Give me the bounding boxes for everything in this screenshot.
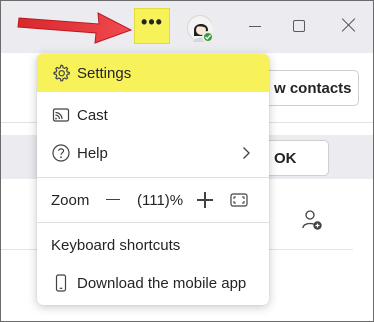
zoom-out-button[interactable]	[106, 199, 120, 200]
gear-icon	[53, 64, 70, 82]
menu-item-settings[interactable]: Settings	[37, 54, 269, 92]
keyboard-shortcuts-label: Keyboard shortcuts	[51, 237, 181, 254]
minimize-button[interactable]	[246, 15, 264, 35]
menu-divider	[37, 222, 269, 223]
close-button[interactable]	[341, 17, 357, 33]
zoom-row: Zoom (111)%	[37, 182, 269, 218]
cast-label: Cast	[77, 107, 108, 124]
fit-to-screen-icon[interactable]	[229, 190, 249, 210]
help-icon	[52, 144, 70, 162]
contacts-button-label: w contacts	[274, 79, 352, 97]
app-window: ••• w contacts OK Settings Cast Help Zoo…	[0, 0, 374, 322]
help-label: Help	[77, 145, 108, 162]
zoom-in-button[interactable]	[197, 192, 213, 208]
more-options-button[interactable]: •••	[134, 8, 170, 44]
chevron-right-icon	[243, 147, 250, 159]
more-options-label: •••	[141, 12, 163, 32]
zoom-value: (111)%	[137, 192, 184, 209]
cast-icon	[52, 108, 70, 122]
zoom-label: Zoom	[51, 192, 90, 209]
maximize-button[interactable]	[293, 20, 305, 32]
settings-menu: Settings Cast Help Zoom (111)% Keyboard …	[37, 54, 269, 305]
presence-status-icon	[202, 31, 214, 43]
add-person-icon[interactable]	[301, 209, 323, 231]
menu-item-keyboard-shortcuts[interactable]: Keyboard shortcuts	[51, 237, 180, 254]
ok-button-label: OK	[274, 149, 297, 167]
menu-item-download-mobile-app[interactable]: Download the mobile app	[37, 264, 269, 302]
arrow-annotation-icon	[17, 12, 133, 44]
menu-divider	[37, 177, 269, 178]
download-app-label: Download the mobile app	[77, 275, 247, 292]
settings-label: Settings	[77, 65, 132, 82]
menu-item-help[interactable]: Help	[37, 134, 269, 172]
menu-item-cast[interactable]: Cast	[37, 96, 269, 134]
mobile-phone-icon	[55, 274, 67, 292]
